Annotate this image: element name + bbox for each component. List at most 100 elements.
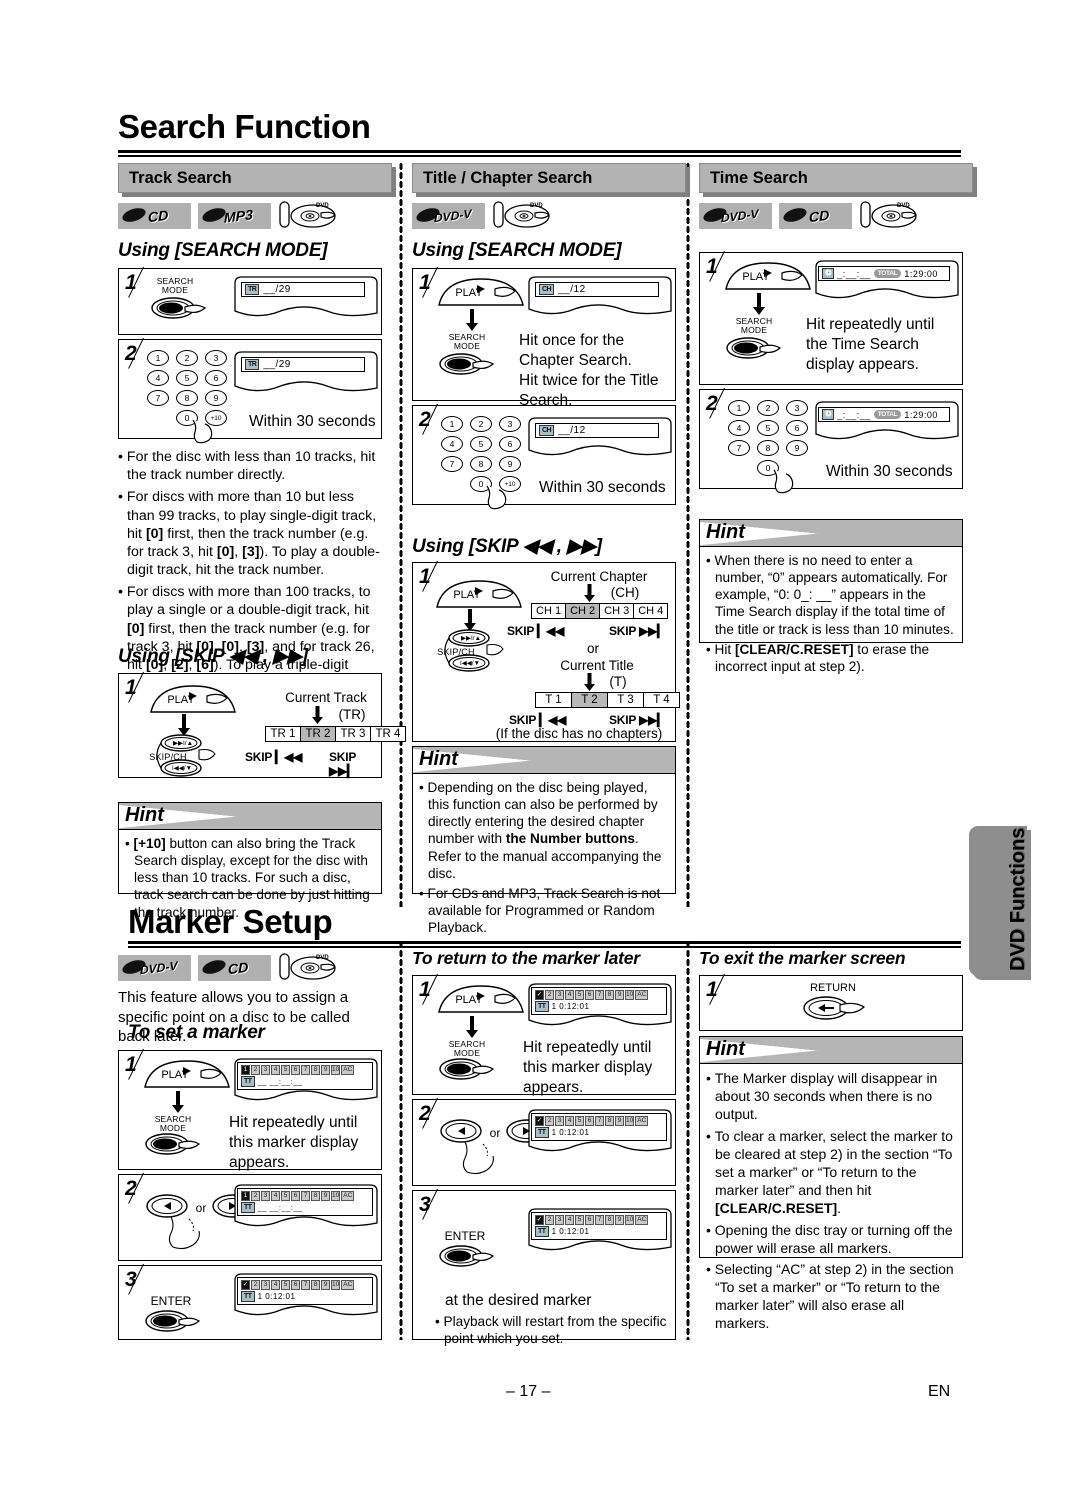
hint-item: The Marker display will disappear in abo…: [706, 1069, 956, 1124]
return-marker-step1: 1 PLAY SEARCH MODE ✓ 2 3 4 5 6 7 8 9 10 …: [412, 973, 676, 1096]
title-chapter-skip-step1: 1 PLAY ▶▶I/▲ I◀◀/▼ SKIP/CH Current Chapt…: [412, 560, 680, 742]
marker-cell-selected: ✓: [241, 1280, 250, 1290]
or-label: or: [586, 641, 599, 656]
marker-cell-selected: ✓: [535, 1215, 544, 1225]
heading-to-set-marker: To set a marker: [128, 1022, 265, 1043]
display-tag: TT: [535, 1226, 549, 1237]
marker-cell-selected: 1: [241, 1065, 250, 1075]
section-title-title-chapter: Title / Chapter Search: [423, 168, 593, 187]
bullet-item: For the disc with less than 10 tracks, h…: [118, 448, 384, 484]
side-tab-dvd-functions: DVD Functions: [969, 826, 1029, 976]
marker-cell: 8: [311, 1065, 320, 1075]
step-caption: Within 30 seconds: [826, 463, 953, 480]
chapter-cell-selected: CH 2: [566, 604, 601, 618]
key-1[interactable]: 1: [728, 400, 750, 416]
marker-cell: 8: [605, 1215, 614, 1225]
set-marker-step1: 1 PLAY SEARCH MODE 1 2 3 4 5 6 7 8 9 10 …: [118, 1048, 382, 1171]
key-8[interactable]: 8: [176, 390, 198, 406]
badge-dvd-v-label: DVD-V: [139, 958, 178, 978]
key-1[interactable]: 1: [147, 350, 169, 366]
search-mode-button-icon[interactable]: [149, 295, 211, 325]
title-strip: T 1 T 2 T 3 T 4: [535, 692, 680, 708]
side-tab-label: DVD Functions: [1007, 827, 1029, 971]
marker-cell: 5: [281, 1191, 290, 1201]
dvd-disc-icon: DVD: [279, 201, 336, 228]
display-value: __/12: [558, 425, 586, 436]
marker-number-strip: 1 2 3 4 5 6 7 8 9 10 AC: [241, 1065, 355, 1075]
marker-display: ✓ 2 3 4 5 6 7 8 9 10 AC TT 1 0:12:01: [237, 1277, 373, 1305]
skip-back-label: SKIP ▎◀◀: [507, 624, 565, 638]
key-5[interactable]: 5: [470, 436, 492, 452]
enter-button-icon[interactable]: [143, 1308, 205, 1338]
total-value: 1:29:00: [904, 409, 938, 420]
heading-to-return-marker: To return to the marker later: [412, 948, 640, 968]
marker-cell-selected: ✓: [535, 990, 544, 1000]
key-2[interactable]: 2: [176, 350, 198, 366]
search-mode-button-icon[interactable]: [724, 335, 786, 365]
arrow-down-icon: [178, 714, 190, 736]
step-caption: Hit once for the Chapter Search. Hit twi…: [519, 332, 659, 410]
marker-cell: 8: [311, 1191, 320, 1201]
bullet-item: For discs with more than 10 but less tha…: [118, 488, 384, 579]
key-5[interactable]: 5: [176, 370, 198, 386]
total-badge: TOTAL: [873, 269, 902, 278]
key-8[interactable]: 8: [470, 456, 492, 472]
language-code: EN: [928, 1383, 951, 1400]
marker-cell: 6: [585, 1116, 594, 1126]
track-cell: TR 1: [266, 727, 301, 741]
return-button-icon[interactable]: [800, 994, 870, 1026]
key-4[interactable]: 4: [728, 420, 750, 436]
marker-number-strip: ✓ 2 3 4 5 6 7 8 9 10 AC: [535, 990, 649, 1000]
marker-cell: 8: [605, 1116, 614, 1126]
chapter-cell: CH 3: [600, 604, 635, 618]
svg-text:▶▶I/▲: ▶▶I/▲: [461, 635, 481, 642]
play-button-label: PLAY: [455, 994, 483, 1006]
key-5[interactable]: 5: [757, 420, 779, 436]
manual-page: Search Function Track Search CD MP3 DVD …: [0, 0, 1080, 1487]
marker-cell: 6: [291, 1065, 300, 1075]
key-7[interactable]: 7: [728, 440, 750, 456]
title-cell-selected: T 2: [572, 693, 608, 707]
search-mode-button-label: SEARCH MODE: [448, 332, 486, 351]
key-1[interactable]: 1: [441, 416, 463, 432]
hint-item: Depending on the disc being played, this…: [419, 779, 669, 882]
marker-cell: 10: [625, 990, 635, 1000]
or-label: or: [195, 1201, 207, 1215]
marker-cell: 3: [555, 1215, 564, 1225]
search-mode-button-label: SEARCH MODE: [156, 276, 194, 295]
hint-label: Hint: [125, 804, 164, 826]
key-4[interactable]: 4: [147, 370, 169, 386]
key-7[interactable]: 7: [147, 390, 169, 406]
search-mode-button-icon[interactable]: [437, 1056, 499, 1086]
skip-ch-label: SKIP/CH: [149, 752, 187, 762]
hint-item: When there is no need to enter a number,…: [706, 552, 956, 638]
search-mode-button-icon[interactable]: [437, 351, 499, 381]
pointing-hand-icon: [168, 1216, 200, 1250]
track-display: TR __/29: [241, 282, 365, 297]
key-4[interactable]: 4: [441, 436, 463, 452]
marker-cell: 3: [261, 1065, 270, 1075]
display-tag: TR: [245, 359, 260, 370]
marker-cell: 7: [301, 1191, 310, 1201]
display-tag: TT: [535, 1001, 549, 1012]
key-2[interactable]: 2: [470, 416, 492, 432]
marker-display: 1 2 3 4 5 6 7 8 9 10 AC TT __ __:__:__: [237, 1062, 373, 1090]
marker-cell: 10: [331, 1280, 341, 1290]
badge-cd-label: CD: [148, 206, 169, 226]
enter-button-icon[interactable]: [437, 1243, 499, 1273]
section-header-title-chapter-search: Title / Chapter Search: [412, 163, 686, 193]
badge-cd: CD: [779, 203, 852, 229]
key-2[interactable]: 2: [757, 400, 779, 416]
marker-number-strip: ✓ 2 3 4 5 6 7 8 9 10 AC: [241, 1280, 355, 1290]
marker-cell-selected: ✓: [535, 1116, 544, 1126]
key-8[interactable]: 8: [757, 440, 779, 456]
play-button-label: PLAY: [455, 287, 483, 299]
arrow-down-icon: [464, 609, 476, 631]
display-value: 1 0:12:01: [551, 1227, 590, 1236]
page-number: – 17 –: [506, 1383, 551, 1400]
key-7[interactable]: 7: [441, 456, 463, 472]
badge-mp3-label: MP3: [223, 206, 254, 226]
search-mode-button-icon[interactable]: [143, 1131, 205, 1161]
svg-text:I◀◀/▼: I◀◀/▼: [460, 660, 480, 667]
step-note: Playback will restart from the specific …: [435, 1313, 671, 1352]
